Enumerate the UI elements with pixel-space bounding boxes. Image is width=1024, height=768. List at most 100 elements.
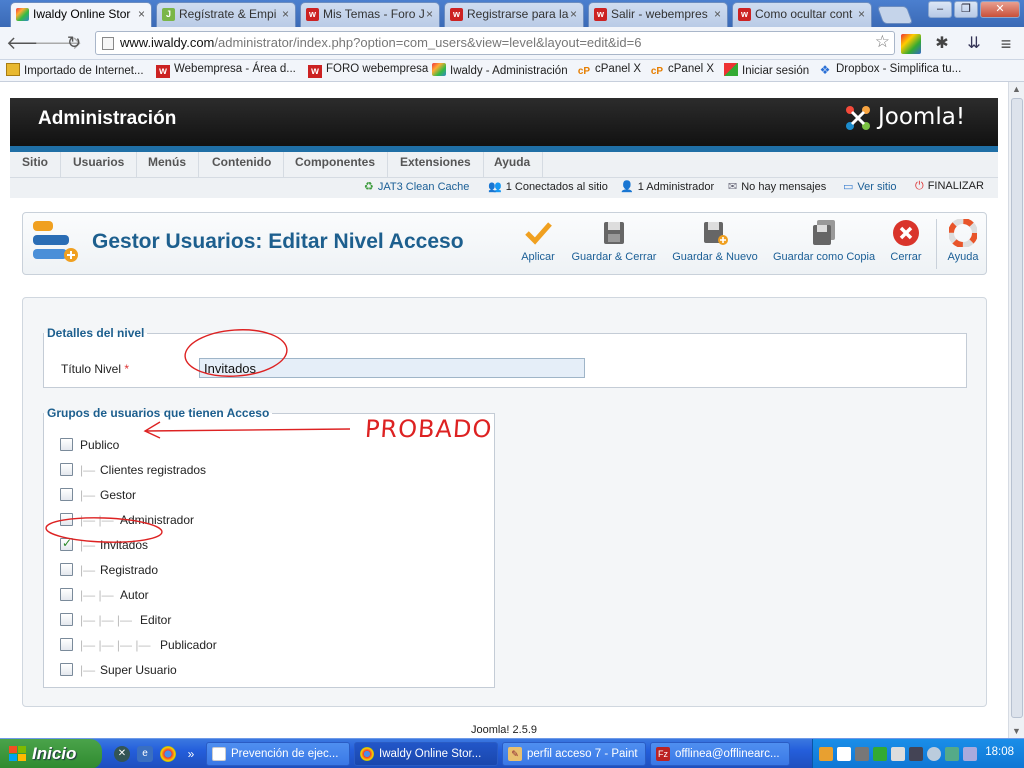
status-label: JAT3 Clean Cache bbox=[377, 181, 470, 193]
tab-iwaldy-online-store[interactable]: Iwaldy Online Stor × bbox=[10, 2, 152, 27]
scroll-down-arrow-icon[interactable]: ▼ bbox=[1012, 726, 1021, 736]
webempresa-icon: w bbox=[308, 65, 322, 78]
user-group-checkbox[interactable] bbox=[60, 588, 73, 601]
menu-sitio[interactable]: Sitio bbox=[10, 152, 61, 178]
view-site-link[interactable]: ▭ Ver sitio bbox=[843, 180, 897, 193]
user-groups-fieldset: Grupos de usuarios que tienen Acceso Pub… bbox=[43, 406, 495, 688]
bookmark-cpanel-1[interactable]: cP cPanel X bbox=[577, 63, 641, 78]
j-icon: J bbox=[162, 8, 175, 21]
tab-como-ocultar[interactable]: w Como ocultar cont × bbox=[732, 2, 872, 27]
level-details-legend: Detalles del nivel bbox=[47, 326, 145, 340]
tray-app-icon[interactable] bbox=[855, 747, 869, 761]
close-icon[interactable]: × bbox=[426, 3, 433, 26]
bookmark-iwaldy-admin[interactable]: Iwaldy - Administración bbox=[432, 63, 568, 77]
bookmark-star-icon[interactable]: ☆ bbox=[875, 32, 890, 53]
tray-app-icon[interactable] bbox=[819, 747, 833, 761]
save-copy-button[interactable]: Guardar como Copia bbox=[773, 219, 875, 271]
level-details-fieldset: Detalles del nivel Título Nivel * bbox=[43, 326, 967, 388]
extension-icon[interactable] bbox=[901, 34, 921, 54]
menu-extensiones[interactable]: Extensiones bbox=[388, 152, 484, 178]
close-icon[interactable]: × bbox=[282, 3, 289, 26]
menu-componentes[interactable]: Componentes bbox=[283, 152, 389, 178]
bookmark-imported[interactable]: Importado de Internet... bbox=[6, 63, 144, 77]
scrollbar-thumb[interactable] bbox=[1011, 98, 1023, 718]
menu-menus[interactable]: Menús bbox=[136, 152, 200, 178]
page-toolbar: Gestor Usuarios: Editar Nivel Acceso Apl… bbox=[22, 212, 987, 275]
joomla-logo[interactable]: Joomla! bbox=[844, 102, 989, 136]
window-close-button[interactable]: ✕ bbox=[980, 1, 1020, 18]
task-paint[interactable]: ✎ perfil acceso 7 - Paint bbox=[502, 742, 646, 766]
vertical-scrollbar[interactable]: ▲ ▼ bbox=[1008, 82, 1024, 738]
user-group-checkbox[interactable] bbox=[60, 463, 73, 476]
level-title-input[interactable] bbox=[199, 358, 585, 378]
quicklaunch-ie-icon[interactable]: e bbox=[137, 746, 153, 762]
bookmark-dropbox[interactable]: ❖ Dropbox - Simplifica tu... bbox=[818, 63, 962, 77]
floppy-disk-icon bbox=[604, 222, 624, 244]
bookmark-webempresa[interactable]: w Webempresa - Área d... bbox=[156, 63, 296, 78]
close-button[interactable]: Cerrar bbox=[888, 219, 924, 271]
tray-network-icon[interactable] bbox=[963, 747, 977, 761]
save-new-button[interactable]: Guardar & Nuevo bbox=[671, 219, 759, 271]
back-button[interactable]: 🡐 bbox=[6, 32, 54, 54]
menu-contenido[interactable]: Contenido bbox=[200, 152, 285, 178]
user-group-checkbox[interactable] bbox=[60, 638, 73, 651]
download-icon[interactable]: ⇊ bbox=[964, 34, 984, 54]
maximize-button[interactable]: ❐ bbox=[954, 1, 978, 18]
tab-registrate[interactable]: J Regístrate & Empi × bbox=[156, 2, 296, 27]
task-label: perfil acceso 7 - Paint bbox=[527, 748, 638, 760]
user-group-checkbox[interactable] bbox=[60, 536, 73, 551]
task-prevencion[interactable]: Prevención de ejec... bbox=[206, 742, 350, 766]
user-group-checkbox[interactable] bbox=[60, 438, 73, 451]
tree-connector: |— bbox=[80, 538, 96, 552]
logout-link[interactable]: ⏻ FINALIZAR bbox=[915, 180, 984, 193]
menu-ayuda[interactable]: Ayuda bbox=[482, 152, 544, 178]
close-icon[interactable]: × bbox=[858, 3, 865, 26]
joomla-logo-icon bbox=[846, 106, 870, 130]
user-group-name: Clientes registrados bbox=[100, 463, 207, 477]
tray-network-icon[interactable] bbox=[891, 747, 905, 761]
task-filezilla[interactable]: Fz offlinea@offlinearc... bbox=[650, 742, 790, 766]
user-group-checkbox[interactable] bbox=[60, 613, 73, 626]
tray-shield-icon[interactable] bbox=[873, 747, 887, 761]
tab-mis-temas[interactable]: w Mis Temas - Foro J × bbox=[300, 2, 440, 27]
tray-app-icon[interactable] bbox=[909, 747, 923, 761]
close-icon[interactable]: × bbox=[138, 3, 145, 26]
minimize-button[interactable]: – bbox=[928, 1, 952, 18]
cpanel-icon: cP bbox=[577, 66, 591, 77]
tray-doc-icon[interactable] bbox=[837, 747, 851, 761]
windows-live-icon bbox=[724, 63, 738, 76]
bookmark-iniciar-sesion[interactable]: Iniciar sesión bbox=[724, 63, 809, 77]
quicklaunch-more-icon[interactable]: » bbox=[183, 746, 199, 762]
jat3-clean-cache-link[interactable]: ♻ JAT3 Clean Cache bbox=[364, 180, 469, 193]
reload-button[interactable]: ↻ bbox=[63, 32, 85, 54]
save-close-button[interactable]: Guardar & Cerrar bbox=[571, 219, 657, 271]
close-icon[interactable]: × bbox=[570, 3, 577, 26]
apply-button[interactable]: Aplicar bbox=[516, 219, 560, 271]
menu-icon[interactable]: ≡ bbox=[996, 34, 1016, 54]
user-group-checkbox[interactable] bbox=[60, 488, 73, 501]
cpanel-icon: cP bbox=[650, 66, 664, 77]
bookmark-foro[interactable]: w FORO webempresa bbox=[308, 63, 428, 78]
quicklaunch-chrome-icon[interactable] bbox=[160, 746, 176, 762]
user-group-checkbox[interactable] bbox=[60, 563, 73, 576]
tab-salir[interactable]: w Salir - webempres × bbox=[588, 2, 728, 27]
task-iwaldy-chrome[interactable]: Iwaldy Online Stor... bbox=[354, 742, 498, 766]
tab-registrarse[interactable]: w Registrarse para la × bbox=[444, 2, 584, 27]
quicklaunch-x-icon[interactable]: ✕ bbox=[114, 746, 130, 762]
start-button[interactable]: Inicio bbox=[0, 739, 102, 768]
forward-button[interactable]: 🡒 bbox=[34, 32, 82, 54]
scroll-up-arrow-icon[interactable]: ▲ bbox=[1012, 84, 1021, 94]
new-tab-button[interactable] bbox=[876, 6, 914, 24]
user-group-checkbox[interactable] bbox=[60, 663, 73, 676]
menu-usuarios[interactable]: Usuarios bbox=[61, 152, 138, 178]
user-group-checkbox[interactable] bbox=[60, 513, 73, 526]
bug-icon[interactable]: ✱ bbox=[932, 34, 952, 54]
close-icon[interactable]: × bbox=[714, 3, 721, 26]
bookmark-cpanel-2[interactable]: cP cPanel X bbox=[650, 63, 714, 78]
tray-app-icon[interactable] bbox=[945, 747, 959, 761]
joomla-version-footer: Joomla! 2.5.9 bbox=[470, 724, 538, 736]
webempresa-icon: w bbox=[738, 8, 751, 21]
address-bar[interactable]: www.iwaldy.com/administrator/index.php?o… bbox=[95, 31, 895, 55]
tray-volume-icon[interactable] bbox=[927, 747, 941, 761]
help-button[interactable]: Ayuda bbox=[945, 219, 981, 271]
